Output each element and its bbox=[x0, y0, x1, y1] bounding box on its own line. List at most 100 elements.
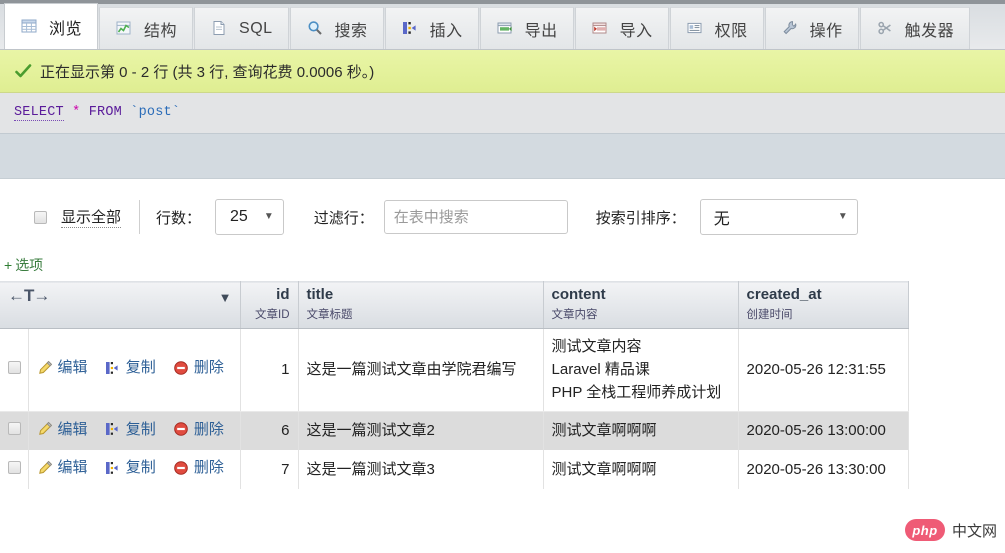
sql-keyword-from: FROM bbox=[88, 105, 122, 120]
copy-row-button[interactable]: 复制 bbox=[105, 456, 156, 479]
success-check-icon bbox=[15, 63, 32, 79]
delete-icon bbox=[173, 460, 189, 476]
structure-icon bbox=[115, 20, 135, 38]
cell-created-at[interactable]: 2020-05-26 13:00:00 bbox=[738, 411, 909, 451]
row-actions-cell: 编辑 复制 删除 bbox=[28, 450, 241, 490]
sort-by-key-select[interactable]: 无 ▼ bbox=[699, 199, 858, 235]
copy-icon bbox=[105, 460, 121, 476]
sort-direction-toggle[interactable]: ←T→ bbox=[8, 286, 50, 305]
triggers-icon bbox=[876, 20, 896, 38]
row-select-cell[interactable] bbox=[0, 450, 29, 490]
header-column-id[interactable]: id 文章ID bbox=[240, 281, 299, 329]
import-icon bbox=[591, 20, 611, 38]
column-comment: 创建时间 bbox=[746, 308, 793, 321]
tab-sql[interactable]: SQL bbox=[194, 7, 289, 49]
tab-privileges[interactable]: 权限 bbox=[669, 7, 764, 49]
table-row[interactable]: 编辑 复制 删除 1 这是一篇测试文章由学院君编写 测试文章内容 Laravel… bbox=[0, 328, 909, 412]
row-checkbox[interactable] bbox=[8, 361, 21, 374]
column-comment: 文章标题 bbox=[306, 308, 353, 321]
cell-created-at[interactable]: 2020-05-26 13:30:00 bbox=[738, 450, 909, 490]
header-column-title[interactable]: title 文章标题 bbox=[298, 281, 544, 329]
cell-content[interactable]: 测试文章啊啊啊 bbox=[543, 450, 739, 490]
pencil-icon bbox=[37, 360, 53, 376]
copy-row-button[interactable]: 复制 bbox=[105, 356, 156, 379]
tab-label: SQL bbox=[239, 19, 273, 37]
header-column-created-at[interactable]: created_at 创建时间 bbox=[738, 281, 909, 329]
tab-triggers[interactable]: 触发器 bbox=[859, 7, 971, 49]
sql-backtick-open: ` bbox=[130, 105, 139, 120]
tab-structure[interactable]: 结构 bbox=[99, 7, 194, 49]
wrench-icon bbox=[781, 20, 801, 38]
delete-icon bbox=[173, 360, 189, 376]
copy-icon bbox=[105, 421, 121, 437]
pencil-icon bbox=[37, 460, 53, 476]
tab-insert[interactable]: 插入 bbox=[384, 7, 479, 49]
tab-label: 浏览 bbox=[49, 20, 83, 38]
header-column-content[interactable]: content 文章内容 bbox=[543, 281, 739, 329]
content-line: 测试文章啊啊啊 bbox=[551, 422, 657, 440]
tab-browse[interactable]: 浏览 bbox=[4, 3, 99, 49]
header-actions: ←T→ ▼ bbox=[0, 281, 241, 329]
cell-content[interactable]: 测试文章内容 Laravel 精品课 PHP 全栈工程师养成计划 bbox=[543, 328, 739, 412]
tab-operations[interactable]: 操作 bbox=[764, 7, 859, 49]
filter-rows-input[interactable] bbox=[383, 200, 568, 234]
cell-title[interactable]: 这是一篇测试文章3 bbox=[298, 450, 544, 490]
cell-id: 1 bbox=[240, 328, 299, 412]
plus-icon: + bbox=[4, 257, 13, 273]
table-row[interactable]: 编辑 复制 删除 6 这是一篇测试文章2 测试文章啊啊啊 2020-05-26 … bbox=[0, 411, 909, 451]
sort-by-key-label: 按索引排序： bbox=[595, 209, 686, 227]
cell-title[interactable]: 这是一篇测试文章2 bbox=[298, 411, 544, 451]
rows-count-label: 行数： bbox=[156, 209, 202, 227]
content-line: 测试文章内容 bbox=[551, 337, 642, 355]
delete-row-button[interactable]: 删除 bbox=[173, 456, 224, 479]
query-action-bar bbox=[0, 133, 1005, 179]
tab-label: 结构 bbox=[144, 22, 178, 40]
rows-count-select[interactable]: 25 ▼ bbox=[215, 199, 284, 235]
tab-label: 导入 bbox=[619, 22, 653, 40]
sql-table-name: post bbox=[138, 105, 172, 120]
tab-export[interactable]: 导出 bbox=[479, 7, 574, 49]
results-table: ←T→ ▼ id 文章ID title 文章标题 content 文章内容 cr… bbox=[0, 281, 909, 490]
edit-label: 编辑 bbox=[57, 459, 88, 477]
edit-label: 编辑 bbox=[57, 420, 88, 438]
tab-import[interactable]: 导入 bbox=[574, 7, 669, 49]
content-line: Laravel 精品课 bbox=[551, 361, 650, 378]
delete-icon bbox=[173, 421, 189, 437]
show-all-checkbox[interactable] bbox=[34, 210, 47, 224]
rows-count-value: 25 bbox=[230, 208, 248, 225]
row-checkbox[interactable] bbox=[8, 422, 21, 436]
column-name: created_at bbox=[746, 286, 822, 303]
table-row[interactable]: 编辑 复制 删除 7 这是一篇测试文章3 测试文章啊啊啊 2020-05-26 … bbox=[0, 450, 909, 490]
edit-row-button[interactable]: 编辑 bbox=[37, 418, 88, 441]
options-row: + 选项 bbox=[0, 255, 1005, 281]
show-all-label[interactable]: 显示全部 bbox=[61, 206, 122, 228]
search-icon bbox=[306, 20, 326, 38]
cell-content[interactable]: 测试文章啊啊啊 bbox=[543, 411, 739, 451]
edit-row-button[interactable]: 编辑 bbox=[37, 356, 88, 379]
row-select-cell[interactable] bbox=[0, 328, 29, 412]
tab-label: 触发器 bbox=[904, 22, 955, 40]
tab-label: 搜索 bbox=[334, 22, 368, 40]
tab-search[interactable]: 搜索 bbox=[289, 7, 384, 49]
options-toggle-link[interactable]: + 选项 bbox=[4, 257, 43, 273]
chevron-down-icon: ▼ bbox=[263, 211, 274, 222]
php-logo-icon: php bbox=[904, 519, 945, 541]
table-tab-bar: 浏览 结构 SQL 搜索 插入 导出 导入 权限 操作 触发器 bbox=[0, 0, 1005, 50]
sql-icon bbox=[210, 20, 230, 38]
result-controls: 显示全部 行数： 25 ▼ 过滤行： 按索引排序： 无 ▼ bbox=[0, 179, 1005, 255]
chevron-down-icon[interactable]: ▼ bbox=[219, 290, 232, 305]
delete-row-button[interactable]: 删除 bbox=[173, 418, 224, 441]
row-select-cell[interactable] bbox=[0, 411, 29, 451]
pencil-icon bbox=[37, 421, 53, 437]
options-label: 选项 bbox=[15, 257, 44, 273]
cell-created-at[interactable]: 2020-05-26 12:31:55 bbox=[738, 328, 909, 412]
delete-row-button[interactable]: 删除 bbox=[173, 356, 224, 379]
edit-row-button[interactable]: 编辑 bbox=[37, 456, 88, 479]
cell-title[interactable]: 这是一篇测试文章由学院君编写 bbox=[298, 328, 544, 412]
sql-keyword-select[interactable]: SELECT bbox=[14, 105, 64, 121]
row-checkbox[interactable] bbox=[8, 461, 21, 475]
copy-row-button[interactable]: 复制 bbox=[105, 418, 156, 441]
tab-label: 导出 bbox=[524, 22, 558, 40]
tab-label: 插入 bbox=[429, 22, 463, 40]
tab-label: 操作 bbox=[809, 22, 843, 40]
